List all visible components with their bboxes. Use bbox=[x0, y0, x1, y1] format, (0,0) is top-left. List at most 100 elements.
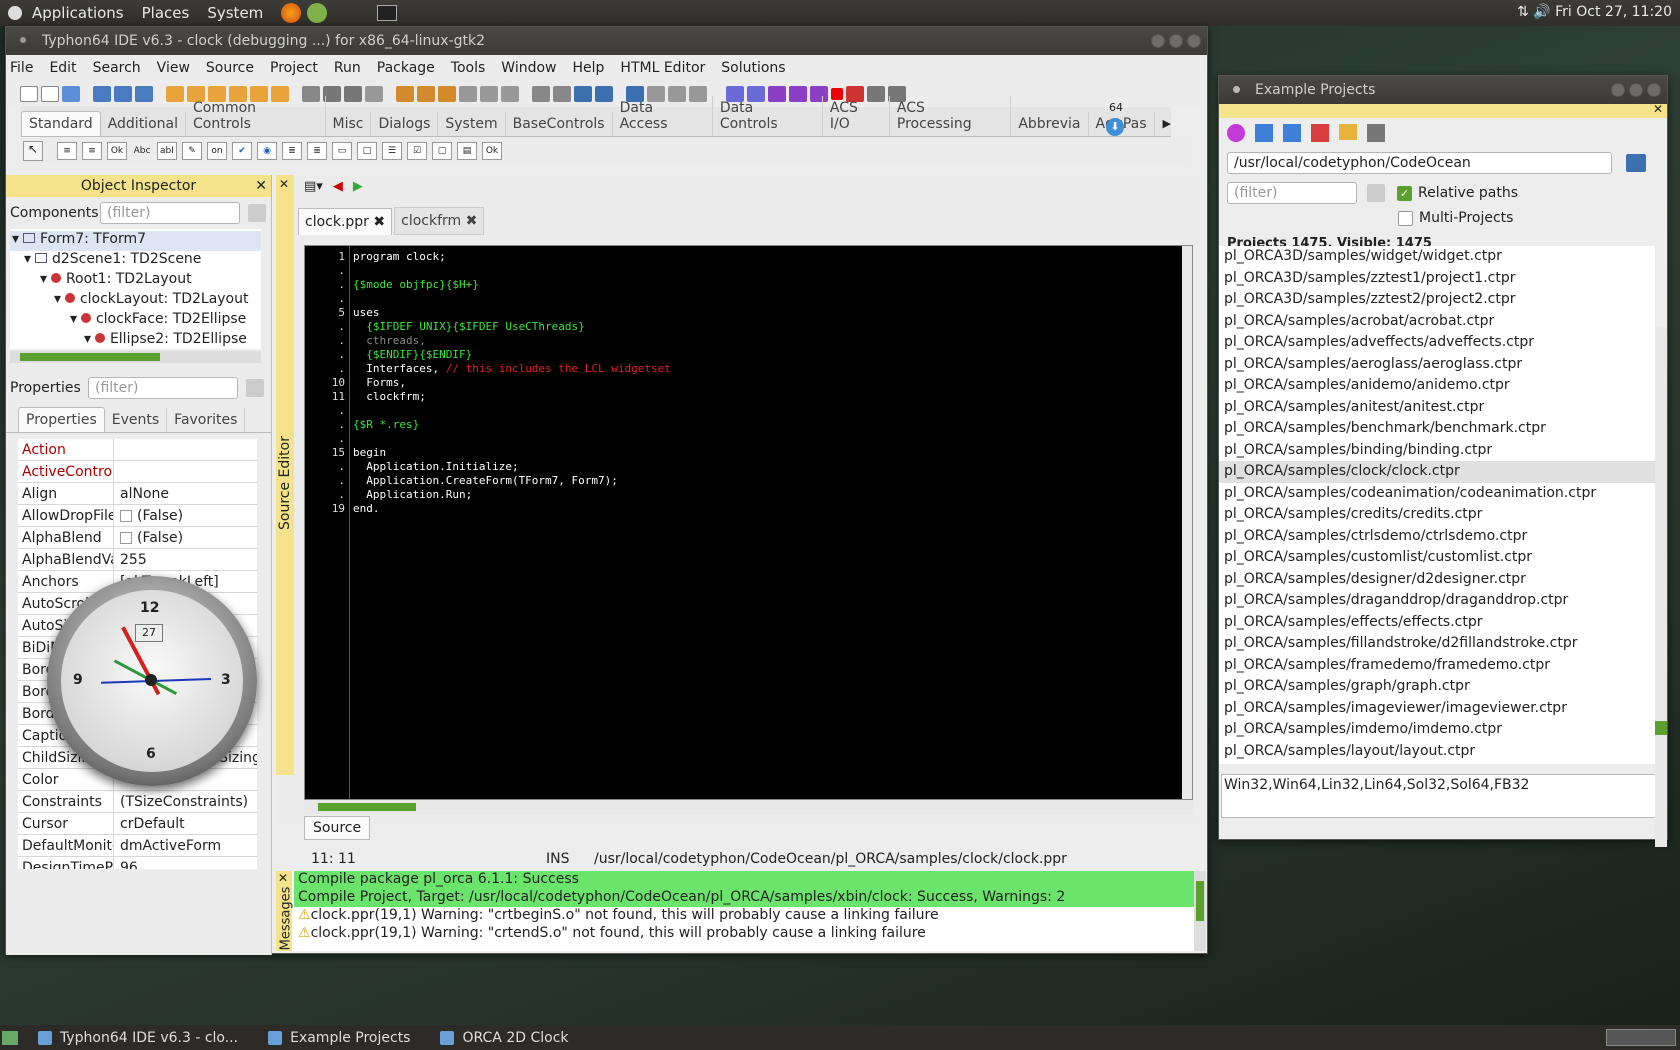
expand-icon[interactable]: ▾ bbox=[40, 271, 47, 287]
tab-properties[interactable]: Properties bbox=[18, 407, 105, 432]
project-list-vscrollbar[interactable] bbox=[1655, 327, 1667, 847]
menu-project[interactable]: Project bbox=[270, 60, 318, 76]
find-next-icon[interactable] bbox=[114, 86, 132, 102]
code-line[interactable] bbox=[353, 264, 671, 278]
folder-icon[interactable] bbox=[1339, 124, 1357, 140]
code-line[interactable]: clockfrm; bbox=[353, 390, 671, 404]
tradiogroup-icon[interactable]: ☰ bbox=[382, 142, 402, 160]
open-project-icon[interactable] bbox=[1283, 124, 1301, 142]
volume-icon[interactable]: 🔊 bbox=[1533, 4, 1550, 20]
menu-source[interactable]: Source bbox=[206, 60, 254, 76]
menu-package[interactable]: Package bbox=[377, 60, 435, 76]
tool-options-icon[interactable] bbox=[396, 86, 414, 102]
project-list-item[interactable]: pl_ORCA/samples/clock/clock.ctpr bbox=[1219, 461, 1655, 483]
jump-list-icon[interactable]: ▤▾ bbox=[304, 179, 323, 194]
download-arrow-icon[interactable]: ⬇ bbox=[1106, 118, 1124, 136]
examples-titlebar[interactable]: Example Projects bbox=[1219, 76, 1667, 104]
palette-tab-acs-processing[interactable]: ACS Processing bbox=[890, 96, 1012, 136]
menu-system[interactable]: System bbox=[207, 4, 263, 22]
checkbox-icon[interactable] bbox=[120, 531, 132, 544]
expand-icon[interactable]: ▾ bbox=[70, 311, 77, 327]
source-bottom-tab[interactable]: Source bbox=[304, 816, 371, 840]
project-list-item[interactable]: pl_ORCA/samples/acrobat/acrobat.ctpr bbox=[1219, 311, 1655, 333]
tgroupbox-icon[interactable]: □ bbox=[357, 142, 377, 160]
properties-filter-input[interactable]: (filter) bbox=[88, 377, 238, 399]
property-row[interactable]: AlphaBlend (False) bbox=[18, 527, 257, 549]
project-list-item[interactable]: pl_ORCA/samples/credits/credits.ctpr bbox=[1219, 504, 1655, 526]
ttogglebox-icon[interactable]: on bbox=[207, 142, 227, 160]
inspector-close-icon[interactable]: ✕ bbox=[255, 175, 267, 197]
save-icon[interactable] bbox=[323, 86, 341, 102]
project-list-item[interactable]: pl_ORCA/samples/anitest/anitest.ctpr bbox=[1219, 397, 1655, 419]
new-unit-icon[interactable] bbox=[41, 86, 59, 102]
property-value[interactable] bbox=[113, 439, 257, 460]
menu-help[interactable]: Help bbox=[573, 60, 605, 76]
close-tab-icon[interactable]: ✖ bbox=[373, 214, 385, 230]
palette-tab-acs-io[interactable]: ACS I/O bbox=[823, 96, 890, 136]
menu-edit[interactable]: Edit bbox=[49, 60, 76, 76]
message-success[interactable]: Compile package pl_orca 6.1.1: Success bbox=[294, 871, 1194, 889]
property-value[interactable]: crDefault bbox=[113, 813, 257, 834]
tpopupmenu-icon[interactable]: ≡ bbox=[82, 142, 102, 160]
components-filter-input[interactable]: (filter) bbox=[100, 202, 240, 224]
tedit-icon[interactable]: abI bbox=[157, 142, 177, 160]
code-line[interactable]: begin bbox=[353, 446, 671, 460]
tool-config-icon[interactable] bbox=[417, 86, 435, 102]
code-vscrollbar[interactable] bbox=[1182, 246, 1192, 799]
code-line[interactable]: {$mode objfpc}{$H+} bbox=[353, 278, 671, 292]
palette-tab-common-controls[interactable]: Common Controls bbox=[186, 96, 326, 136]
selection-tool-icon[interactable]: ↖ bbox=[23, 141, 43, 161]
filter-clear-icon[interactable] bbox=[248, 204, 266, 222]
code-hscrollbar[interactable] bbox=[304, 800, 1193, 814]
tree-node[interactable]: ▾ clockFace: TD2Ellipse bbox=[10, 311, 261, 331]
tree-node[interactable]: ▾ Form7: TForm7 bbox=[10, 231, 261, 251]
tcheckgroup-icon[interactable]: ☑ bbox=[407, 142, 427, 160]
window-menu-icon[interactable] bbox=[20, 37, 26, 43]
code-area[interactable]: 1... 5.... 10 11... 15... 19 program clock; {$… bbox=[304, 245, 1193, 800]
code-line[interactable]: Application.Run; bbox=[353, 488, 671, 502]
message-success[interactable]: Compile Project, Target: /usr/local/code… bbox=[294, 889, 1194, 907]
project-list-item[interactable]: pl_ORCA/samples/ctrlsdemo/ctrlsdemo.ctpr bbox=[1219, 526, 1655, 548]
code-line[interactable]: Interfaces, // this includes the LCL wid… bbox=[353, 362, 671, 376]
project-list-item[interactable]: pl_ORCA/samples/benchmark/benchmark.ctpr bbox=[1219, 418, 1655, 440]
code-line[interactable]: cthreads, bbox=[353, 334, 671, 348]
orca-clock-window[interactable]: 12 3 6 9 27 bbox=[47, 576, 257, 786]
network-icon[interactable]: ⇅ bbox=[1517, 4, 1529, 20]
close-button[interactable] bbox=[1647, 83, 1661, 97]
tool-list-icon[interactable] bbox=[459, 86, 477, 102]
menu-run[interactable]: Run bbox=[334, 60, 361, 76]
view-units-icon[interactable] bbox=[553, 86, 571, 102]
project-list-item[interactable]: pl_ORCA/samples/imdemo/imdemo.ctpr bbox=[1219, 719, 1655, 741]
tscrollbar-icon[interactable]: ▭ bbox=[332, 142, 352, 160]
task-ide[interactable]: Typhon64 IDE v6.3 - clo... bbox=[38, 1030, 238, 1046]
property-row[interactable]: Action bbox=[18, 439, 257, 461]
examples-filter-input[interactable]: (filter) bbox=[1227, 182, 1357, 204]
back-arrow-icon[interactable]: ◀ bbox=[333, 179, 343, 194]
forward-arrow-icon[interactable]: ▶ bbox=[353, 179, 363, 194]
show-desktop-icon[interactable] bbox=[2, 1030, 18, 1045]
expand-icon[interactable]: ▾ bbox=[24, 251, 31, 267]
view-toggle-icon[interactable] bbox=[595, 86, 613, 102]
refresh-icon[interactable] bbox=[1227, 124, 1245, 142]
code-line[interactable]: end. bbox=[353, 502, 671, 516]
project-list-item[interactable]: pl_ORCA/samples/effects/effects.ctpr bbox=[1219, 612, 1655, 634]
task-clock[interactable]: ORCA 2D Clock bbox=[440, 1030, 569, 1046]
code-line[interactable]: program clock; bbox=[353, 250, 671, 264]
copy-icon[interactable] bbox=[365, 86, 383, 102]
menu-html-editor[interactable]: HTML Editor bbox=[620, 60, 705, 76]
messages-close-icon[interactable]: ✕ bbox=[278, 871, 288, 885]
expand-icon[interactable]: ▾ bbox=[12, 231, 19, 247]
property-value[interactable] bbox=[113, 461, 257, 482]
workspace-switcher[interactable] bbox=[1606, 1029, 1676, 1046]
project-list-item[interactable]: pl_ORCA/samples/fillandstroke/d2fillands… bbox=[1219, 633, 1655, 655]
browse-folder-icon[interactable] bbox=[1626, 154, 1646, 172]
project-list-item[interactable]: pl_ORCA/samples/imageviewer/imageviewer.… bbox=[1219, 698, 1655, 720]
tactionlist-icon[interactable]: Ok bbox=[482, 142, 502, 160]
menu-view[interactable]: View bbox=[157, 60, 190, 76]
property-row[interactable]: Constraints (TSizeConstraints) bbox=[18, 791, 257, 813]
expand-icon[interactable]: ▾ bbox=[54, 291, 61, 307]
tool-window-icon[interactable] bbox=[480, 86, 498, 102]
open-icon[interactable] bbox=[62, 86, 80, 102]
view-forms-icon[interactable] bbox=[574, 86, 592, 102]
relative-paths-checkbox[interactable]: ✓ bbox=[1397, 185, 1412, 201]
